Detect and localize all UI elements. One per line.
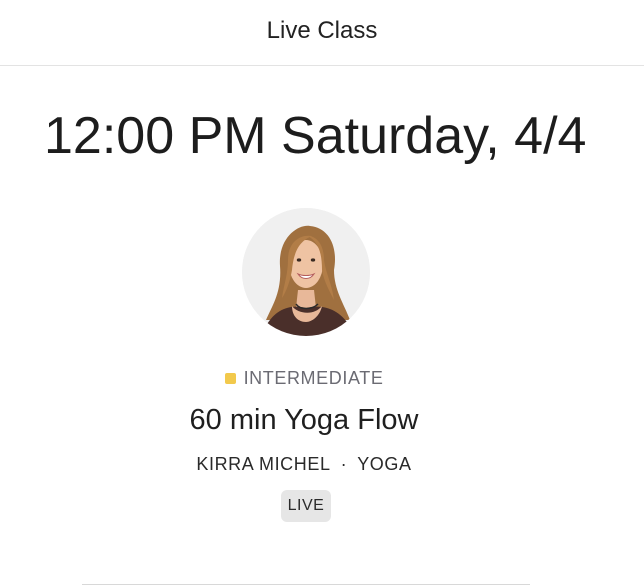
instructor-avatar bbox=[242, 208, 370, 336]
meta-separator: · bbox=[340, 454, 348, 474]
bottom-divider bbox=[82, 584, 530, 585]
live-badge: LIVE bbox=[281, 490, 331, 522]
class-meta: KIRRA MICHEL · YOGA bbox=[0, 454, 626, 475]
top-bar: Live Class bbox=[0, 0, 644, 66]
page-title: Live Class bbox=[266, 17, 378, 44]
level-label: INTERMEDIATE bbox=[243, 368, 384, 388]
class-title: 60 min Yoga Flow bbox=[189, 404, 419, 436]
class-datetime: 12:00 PM Saturday, 4/4 bbox=[44, 107, 587, 165]
discipline-label: YOGA bbox=[357, 454, 412, 474]
instructor-photo-icon bbox=[242, 208, 370, 336]
level-color-icon bbox=[224, 373, 236, 384]
level-indicator: INTERMEDIATE bbox=[0, 368, 626, 389]
instructor-name: KIRRA MICHEL bbox=[196, 454, 331, 474]
